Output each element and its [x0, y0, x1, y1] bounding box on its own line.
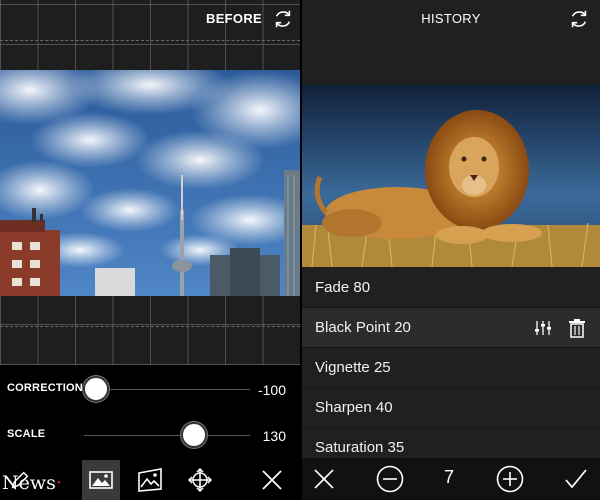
close-button[interactable] — [252, 460, 292, 500]
history-title: HISTORY — [421, 11, 481, 26]
reset-icon[interactable] — [272, 8, 294, 30]
slider-label: SCALE — [7, 428, 46, 440]
plus-circle-icon — [496, 465, 524, 493]
photo-button[interactable] — [82, 460, 120, 500]
step-count: 7 — [444, 467, 455, 487]
minus-circle-icon — [376, 465, 404, 493]
slider-thumb[interactable] — [180, 422, 207, 448]
preview-photo[interactable] — [0, 70, 300, 296]
history-item-selected[interactable]: Black Point 20 — [302, 308, 600, 348]
history-toolbar: 7 — [302, 458, 600, 500]
history-item-label: Black Point 20 — [315, 319, 411, 336]
history-item-actions — [534, 308, 586, 348]
history-item[interactable]: Fade 80 — [302, 268, 600, 308]
watermark: News· — [2, 472, 62, 494]
move-button[interactable] — [180, 460, 220, 500]
watermark-dot: · — [55, 472, 62, 494]
confirm-button[interactable] — [560, 463, 592, 495]
history-list: Fade 80 Black Point 20 Vignette 25 Sharp… — [302, 268, 600, 468]
slider-value: 130 — [262, 428, 286, 444]
history-item-label: Saturation 35 — [315, 439, 405, 456]
before-label[interactable]: BEFORE — [206, 11, 262, 26]
move-icon — [187, 467, 213, 493]
slider-track[interactable] — [84, 389, 250, 390]
history-item-label: Vignette 25 — [315, 359, 391, 376]
slider-label: CORRECTION — [7, 382, 83, 394]
watermark-text: News — [2, 472, 56, 494]
close-icon — [314, 469, 334, 489]
landscape-icon — [138, 468, 162, 492]
refresh-icon[interactable] — [568, 8, 590, 30]
history-item[interactable]: Sharpen 40 — [302, 388, 600, 428]
history-item-label: Fade 80 — [315, 279, 371, 296]
check-icon — [565, 469, 587, 489]
landscape-button[interactable] — [130, 460, 170, 500]
history-preview-photo[interactable] — [302, 85, 600, 267]
history-panel: HISTORY Fade 80 Black Point 20 Vignette … — [302, 0, 600, 500]
adjustment-sliders: CORRECTION -100 SCALE 130 — [0, 365, 300, 460]
grid-guide — [0, 40, 300, 41]
photo-icon — [89, 471, 113, 489]
history-item-label: Sharpen 40 — [315, 399, 393, 416]
crop-editor-panel: BEFORE CORRECTION -100 SCALE 130 News· — [0, 0, 300, 500]
trash-icon[interactable] — [568, 318, 586, 338]
grid-guide — [0, 326, 300, 327]
step-forward-button[interactable] — [494, 463, 526, 495]
close-icon — [262, 470, 282, 490]
slider-value: -100 — [257, 382, 286, 398]
correction-slider[interactable]: CORRECTION -100 — [0, 374, 300, 404]
cancel-button[interactable] — [308, 463, 340, 495]
adjust-icon[interactable] — [534, 319, 552, 337]
slider-thumb[interactable] — [82, 376, 109, 402]
scale-slider[interactable]: SCALE 130 — [0, 420, 300, 450]
history-item[interactable]: Vignette 25 — [302, 348, 600, 388]
step-back-button[interactable] — [374, 463, 406, 495]
slider-track[interactable] — [84, 435, 250, 436]
crop-canvas[interactable]: BEFORE — [0, 0, 300, 365]
